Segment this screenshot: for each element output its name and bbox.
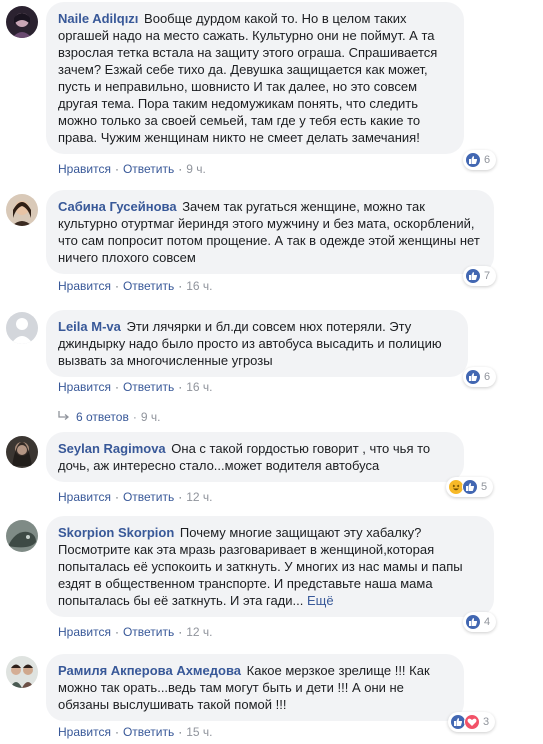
comment-text: Вообще дурдом какой то. Но в целом таких… — [58, 11, 438, 145]
comment-timestamp[interactable]: 16 ч. — [186, 380, 212, 394]
reaction-summary[interactable]: 6 — [463, 367, 497, 387]
comment-actions: Нравится · Ответить · 16 ч. — [58, 279, 213, 293]
like-reaction-icon — [465, 152, 481, 168]
reply-button[interactable]: Ответить — [123, 162, 174, 176]
separator-dot: · — [178, 725, 183, 739]
comment-bubble: Leila M-va Эти лячярки и бл.ди совсем ню… — [46, 310, 468, 377]
like-button[interactable]: Нравится — [58, 380, 111, 394]
like-button[interactable]: Нравится — [58, 725, 111, 739]
reaction-count: 3 — [483, 716, 490, 728]
replies-timestamp: 9 ч. — [140, 410, 161, 424]
reply-button[interactable]: Ответить — [123, 380, 174, 394]
comment-timestamp[interactable]: 9 ч. — [186, 162, 206, 176]
like-button[interactable]: Нравится — [58, 162, 111, 176]
like-button[interactable]: Нравится — [58, 279, 111, 293]
separator-dot: · — [114, 162, 119, 176]
separator-dot: · — [114, 380, 119, 394]
separator-dot: · — [114, 625, 119, 639]
like-reaction-icon — [465, 369, 481, 385]
comment-actions: Нравится · Ответить · 9 ч. — [58, 162, 206, 176]
avatar[interactable] — [6, 520, 38, 552]
like-reaction-icon — [465, 614, 481, 630]
comment-author[interactable]: Naile Adilqızı — [58, 11, 138, 26]
comment-timestamp[interactable]: 15 ч. — [186, 725, 212, 739]
like-button[interactable]: Нравится — [58, 625, 111, 639]
like-reaction-icon — [462, 479, 478, 495]
reaction-count: 6 — [484, 371, 491, 383]
reply-button[interactable]: Ответить — [123, 625, 174, 639]
separator-dot: · — [178, 490, 183, 504]
reaction-summary[interactable]: 6 — [463, 150, 497, 170]
comment-actions: Нравится · Ответить · 12 ч. — [58, 625, 213, 639]
comment-author[interactable]: Сабина Гусейнова — [58, 199, 177, 214]
comment-author[interactable]: Рамиля Акперова Ахмедова — [58, 663, 241, 678]
reply-button[interactable]: Ответить — [123, 279, 174, 293]
comment-bubble: Сабина Гусейнова Зачем так ругаться женщ… — [46, 190, 494, 274]
reaction-summary[interactable]: 3 — [448, 712, 496, 732]
reaction-count: 4 — [484, 616, 491, 628]
comment-actions: Нравится · Ответить · 15 ч. — [58, 725, 213, 739]
avatar[interactable] — [6, 312, 38, 344]
comment-timestamp[interactable]: 12 ч. — [186, 625, 212, 639]
separator-dot: · — [114, 725, 119, 739]
avatar[interactable] — [6, 6, 38, 38]
reply-arrow-icon — [58, 410, 70, 424]
reaction-count: 6 — [484, 154, 491, 166]
comment-bubble: Seylan Ragimova Она с такой гордостью го… — [46, 432, 464, 482]
view-replies-link[interactable]: 6 ответов · 9 ч. — [58, 410, 160, 424]
comment-author[interactable]: Leila M-va — [58, 319, 121, 334]
comment-timestamp[interactable]: 16 ч. — [186, 279, 212, 293]
comment-bubble: Naile Adilqızı Вообще дурдом какой то. Н… — [46, 2, 464, 154]
reaction-summary[interactable]: 5 — [446, 477, 494, 497]
reaction-summary[interactable]: 7 — [463, 266, 497, 286]
separator-dot: · — [132, 410, 137, 424]
avatar[interactable] — [6, 194, 38, 226]
avatar[interactable] — [6, 656, 38, 688]
comment-bubble: Skorpion Skorpion Почему многие защищают… — [46, 516, 494, 617]
comment-actions: Нравится · Ответить · 16 ч. — [58, 380, 213, 394]
separator-dot: · — [178, 380, 183, 394]
see-more-link[interactable]: Ещё — [307, 593, 334, 608]
separator-dot: · — [114, 279, 119, 293]
comment-timestamp[interactable]: 12 ч. — [186, 490, 212, 504]
avatar[interactable] — [6, 436, 38, 468]
comment-author[interactable]: Skorpion Skorpion — [58, 525, 174, 540]
reply-button[interactable]: Ответить — [123, 490, 174, 504]
reply-button[interactable]: Ответить — [123, 725, 174, 739]
replies-count-label[interactable]: 6 ответов — [76, 410, 129, 424]
reaction-count: 5 — [481, 481, 488, 493]
comment-bubble: Рамиля Акперова Ахмедова Какое мерзкое з… — [46, 654, 464, 721]
reaction-summary[interactable]: 4 — [463, 612, 497, 632]
reaction-count: 7 — [484, 270, 491, 282]
comment-author[interactable]: Seylan Ragimova — [58, 441, 166, 456]
separator-dot: · — [178, 625, 183, 639]
separator-dot: · — [178, 279, 183, 293]
separator-dot: · — [114, 490, 119, 504]
like-reaction-icon — [465, 268, 481, 284]
love-reaction-icon — [464, 714, 480, 730]
comment-actions: Нравится · Ответить · 12 ч. — [58, 490, 213, 504]
like-button[interactable]: Нравится — [58, 490, 111, 504]
separator-dot: · — [178, 162, 183, 176]
